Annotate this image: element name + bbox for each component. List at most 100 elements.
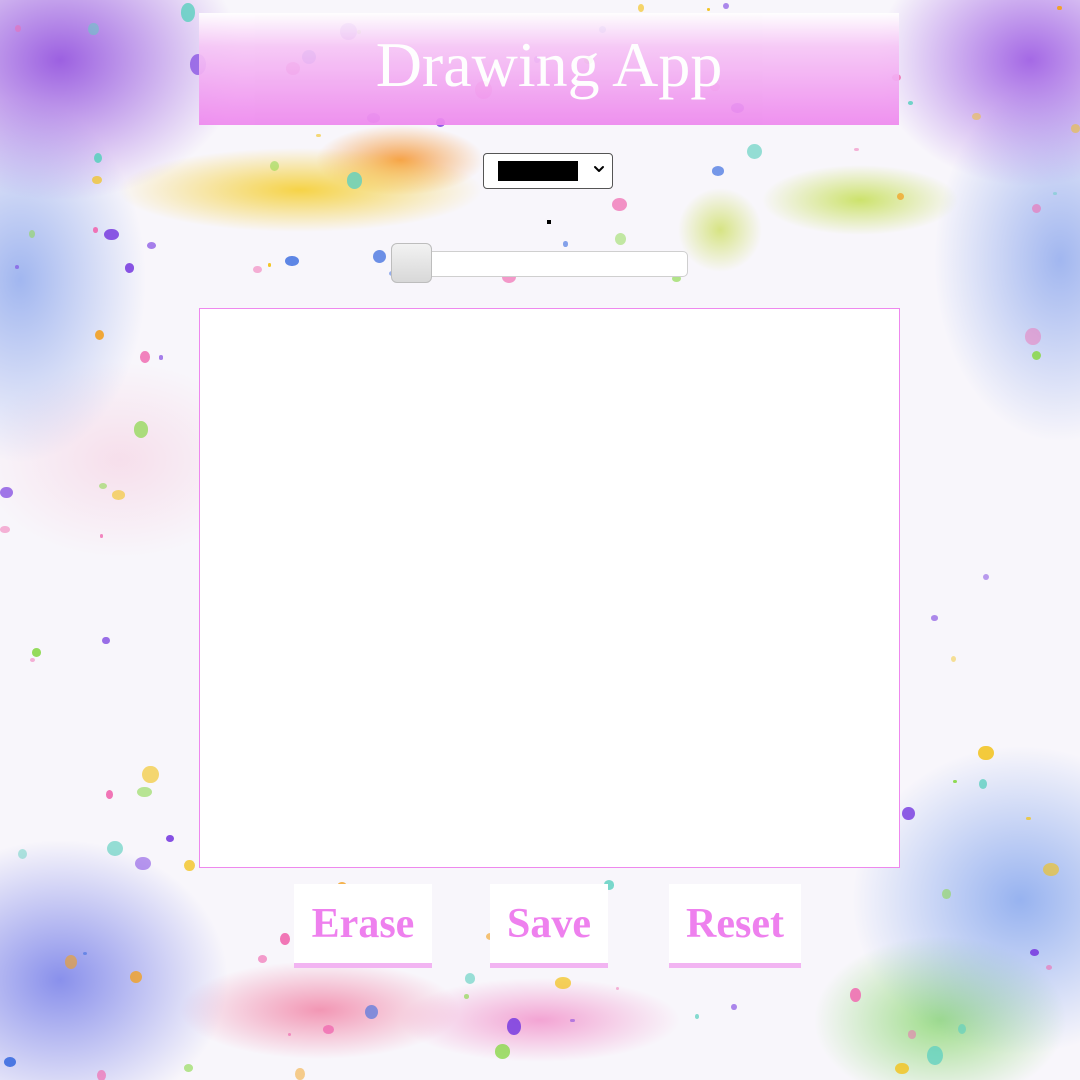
paint-splatter-dot xyxy=(124,263,134,273)
paint-splatter-dot xyxy=(253,266,262,274)
paint-splatter-dot xyxy=(364,1004,378,1019)
brush-size-preview xyxy=(547,220,551,224)
chevron-down-icon xyxy=(594,166,604,172)
paint-splatter-dot xyxy=(346,172,363,190)
paint-splatter-dot xyxy=(180,3,196,23)
paint-splatter-dot xyxy=(111,489,126,500)
paint-splatter-dot xyxy=(850,987,861,1002)
paint-splatter-dot xyxy=(615,986,619,990)
paint-splatter-dot xyxy=(746,144,762,160)
paint-splatter-dot xyxy=(100,534,104,538)
paint-splatter-dot xyxy=(942,889,951,900)
paint-splatter-dot xyxy=(1032,204,1042,214)
paint-splatter-dot xyxy=(129,970,143,984)
paint-splatter-dot xyxy=(706,8,711,11)
paint-splatter-dot xyxy=(104,229,119,241)
paint-splatter-dot xyxy=(495,1044,511,1060)
paint-splatter-dot xyxy=(953,779,957,783)
title-banner: Drawing App xyxy=(199,13,899,125)
paint-splatter-dot xyxy=(731,1003,737,1011)
paint-splatter-dot xyxy=(88,22,99,36)
paint-splatter-dot xyxy=(135,856,151,870)
brush-size-slider-thumb[interactable] xyxy=(391,243,432,283)
paint-splatter-dot xyxy=(18,849,28,860)
paint-splatter-dot xyxy=(91,176,102,185)
paint-splatter-dot xyxy=(146,241,157,249)
paint-splatter-dot xyxy=(184,1064,194,1073)
paint-splatter-dot xyxy=(1025,327,1041,345)
paint-splatter-dot xyxy=(1030,949,1040,956)
paint-splatter-dot xyxy=(269,160,280,172)
paint-splatter-dot xyxy=(140,351,151,364)
paint-splatter-dot xyxy=(105,790,113,799)
paint-splatter-dot xyxy=(1052,191,1058,196)
paint-splatter-dot xyxy=(372,250,386,264)
paint-splatter-dot xyxy=(165,834,174,842)
paint-splatter-dot xyxy=(907,1030,917,1039)
paint-splatter-dot xyxy=(15,25,22,32)
paint-splatter-dot xyxy=(137,786,153,798)
paint-splatter-dot xyxy=(28,229,36,239)
paint-splatter-dot xyxy=(96,1069,106,1080)
paint-splatter-dot xyxy=(133,421,149,439)
paint-splatter-dot xyxy=(1057,5,1062,11)
brush-size-slider[interactable] xyxy=(392,251,688,277)
paint-splatter-dot xyxy=(507,1018,521,1036)
save-button[interactable]: Save xyxy=(490,884,608,968)
paint-splatter-dot xyxy=(982,573,990,581)
paint-splatter-dot xyxy=(14,264,20,270)
paint-splatter-dot xyxy=(853,147,860,152)
paint-splatter-dot xyxy=(322,1024,334,1034)
paint-splatter-dot xyxy=(279,933,290,945)
paint-splatter-dot xyxy=(570,1018,575,1023)
paint-splatter-dot xyxy=(1031,350,1041,361)
paint-splatter-dot xyxy=(257,954,268,963)
paint-splatter-dot xyxy=(95,329,105,340)
paint-splatter-dot xyxy=(1026,816,1031,821)
paint-splatter-dot xyxy=(93,227,98,233)
paint-splatter-dot xyxy=(1043,862,1060,876)
paint-splatter-dot xyxy=(267,263,272,267)
paint-splatter-dot xyxy=(4,1056,16,1067)
selected-color-swatch xyxy=(498,161,578,181)
paint-splatter-dot xyxy=(142,765,159,784)
color-select[interactable] xyxy=(483,153,613,189)
paint-splatter-dot xyxy=(722,3,729,10)
paint-splatter-dot xyxy=(978,746,994,761)
erase-button[interactable]: Erase xyxy=(294,884,432,968)
paint-splatter-dot xyxy=(638,3,645,12)
paint-splatter-dot xyxy=(464,973,476,985)
paint-splatter-dot xyxy=(611,197,627,211)
paint-splatter-dot xyxy=(972,113,981,121)
paint-splatter-dot xyxy=(1045,964,1052,970)
paint-splatter-dot xyxy=(895,1063,909,1075)
paint-splatter-dot xyxy=(978,778,988,790)
drawing-canvas[interactable] xyxy=(199,308,900,868)
paint-splatter-dot xyxy=(316,133,322,138)
paint-splatter-dot xyxy=(957,1023,967,1035)
paint-splatter-dot xyxy=(107,841,123,857)
paint-splatter-dot xyxy=(295,1067,306,1080)
paint-splatter-dot xyxy=(31,648,41,657)
paint-splatter-dot xyxy=(30,657,36,662)
paint-splatter-dot xyxy=(1070,123,1080,134)
paint-splatter-dot xyxy=(0,486,14,499)
paint-splatter-dot xyxy=(902,806,915,821)
paint-splatter-dot xyxy=(158,355,164,360)
paint-splatter-dot xyxy=(83,951,88,955)
paint-splatter-dot xyxy=(285,255,299,267)
paint-splatter-dot xyxy=(463,994,470,999)
paint-splatter-dot xyxy=(908,101,914,105)
paint-splatter-dot xyxy=(563,241,568,247)
paint-splatter-dot xyxy=(102,636,110,645)
paint-splatter-dot xyxy=(951,656,957,662)
paint-splatter-dot xyxy=(711,166,725,177)
paint-splatter-dot xyxy=(931,615,939,621)
paint-splatter-dot xyxy=(98,483,108,490)
page-title: Drawing App xyxy=(375,29,723,100)
paint-splatter-dot xyxy=(0,526,10,533)
paint-splatter-dot xyxy=(554,977,572,989)
paint-splatter-dot xyxy=(288,1032,292,1036)
paint-splatter-dot xyxy=(614,232,627,245)
reset-button[interactable]: Reset xyxy=(669,884,801,968)
